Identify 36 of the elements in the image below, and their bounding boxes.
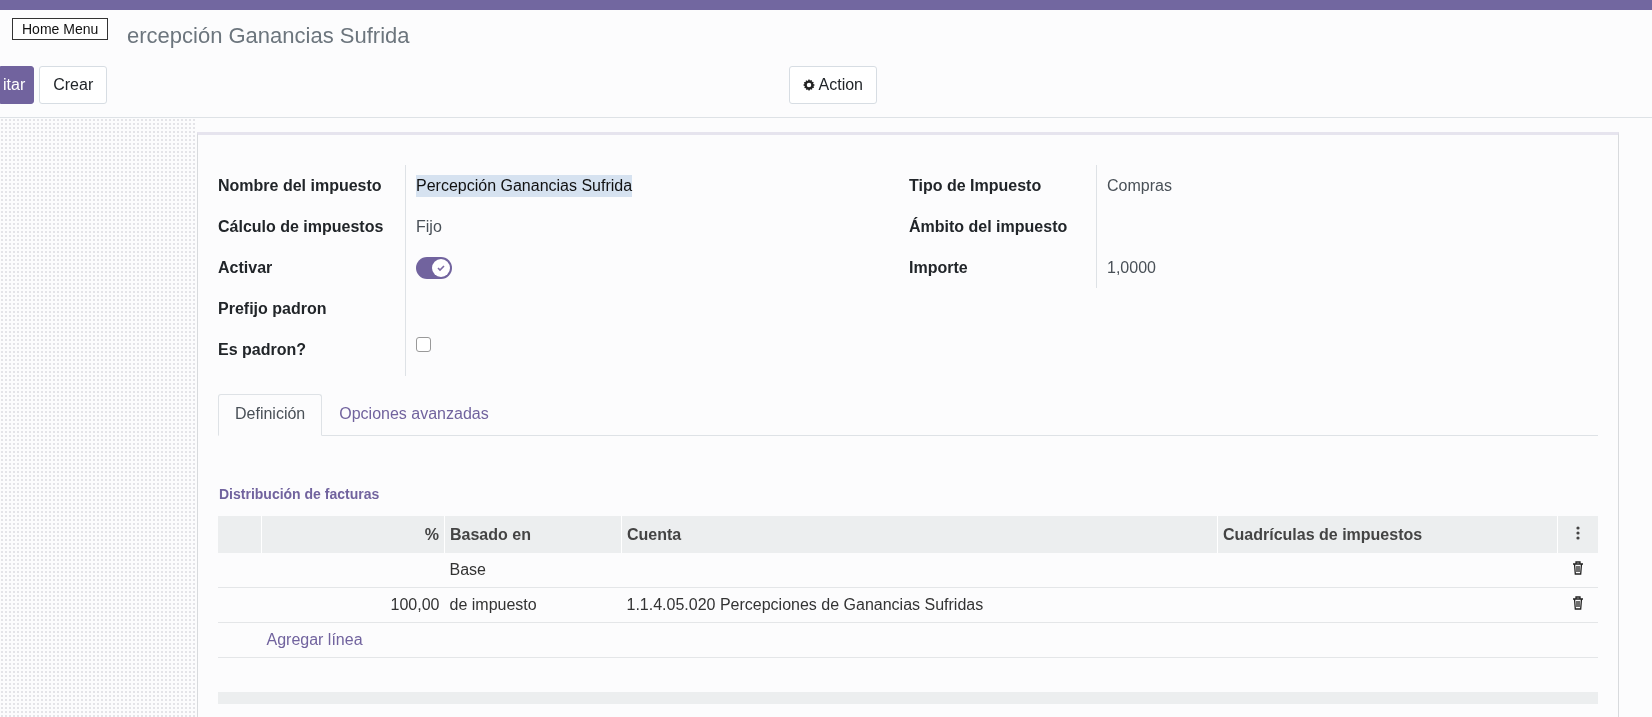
- column-header[interactable]: %: [261, 516, 445, 553]
- table-cell: Base: [449, 561, 486, 578]
- tooltip: Home Menu: [12, 18, 109, 40]
- field-label: Cálculo de impuestos: [218, 217, 385, 236]
- field-label: Prefijo padron: [218, 299, 328, 318]
- action-button[interactable]: Action: [788, 66, 877, 104]
- button[interactable]: Crear: [39, 66, 108, 104]
- tab[interactable]: Opciones avanzadas: [322, 394, 506, 436]
- toggle-switch[interactable]: [416, 256, 452, 279]
- field-label: Importe: [909, 258, 969, 277]
- field-value: Percepción Ganancias Sufrida: [416, 174, 633, 197]
- section-title: Distribución de facturas: [219, 486, 381, 502]
- field-label: Tipo de Impuesto: [909, 176, 1043, 195]
- field-label: Activar: [218, 258, 274, 277]
- field-value: Compras: [1107, 176, 1172, 195]
- table-cell: 100,00: [390, 596, 440, 613]
- add-line-link[interactable]: Agregar línea: [266, 631, 363, 648]
- column-header[interactable]: Cuenta: [621, 516, 1218, 553]
- field-label: Nombre del impuesto: [218, 176, 383, 195]
- field-label: Ámbito del impuesto: [909, 217, 1069, 236]
- table-cell: 1.1.4.05.020 Percepciones de Ganancias Sufridas: [626, 596, 984, 613]
- column-header[interactable]: Basado en: [444, 516, 622, 553]
- settings-icon: [802, 79, 815, 91]
- field-label: Es padron?: [218, 340, 307, 359]
- check-icon: [436, 262, 446, 273]
- breadcrumb: ercepción Ganancias Sufrida: [127, 23, 410, 49]
- trash-icon[interactable]: [1571, 561, 1584, 575]
- field-value: Fijo: [416, 217, 442, 236]
- tab[interactable]: Definición: [218, 394, 323, 436]
- column-header[interactable]: Cuadrículas de impuestos: [1217, 516, 1558, 553]
- checkbox[interactable]: [416, 336, 431, 352]
- field-value: 1,0000: [1107, 258, 1156, 277]
- trash-icon[interactable]: [1571, 596, 1584, 610]
- more-options-icon[interactable]: [1576, 525, 1580, 540]
- button[interactable]: itar: [0, 66, 35, 104]
- table-cell: de impuesto: [449, 596, 537, 613]
